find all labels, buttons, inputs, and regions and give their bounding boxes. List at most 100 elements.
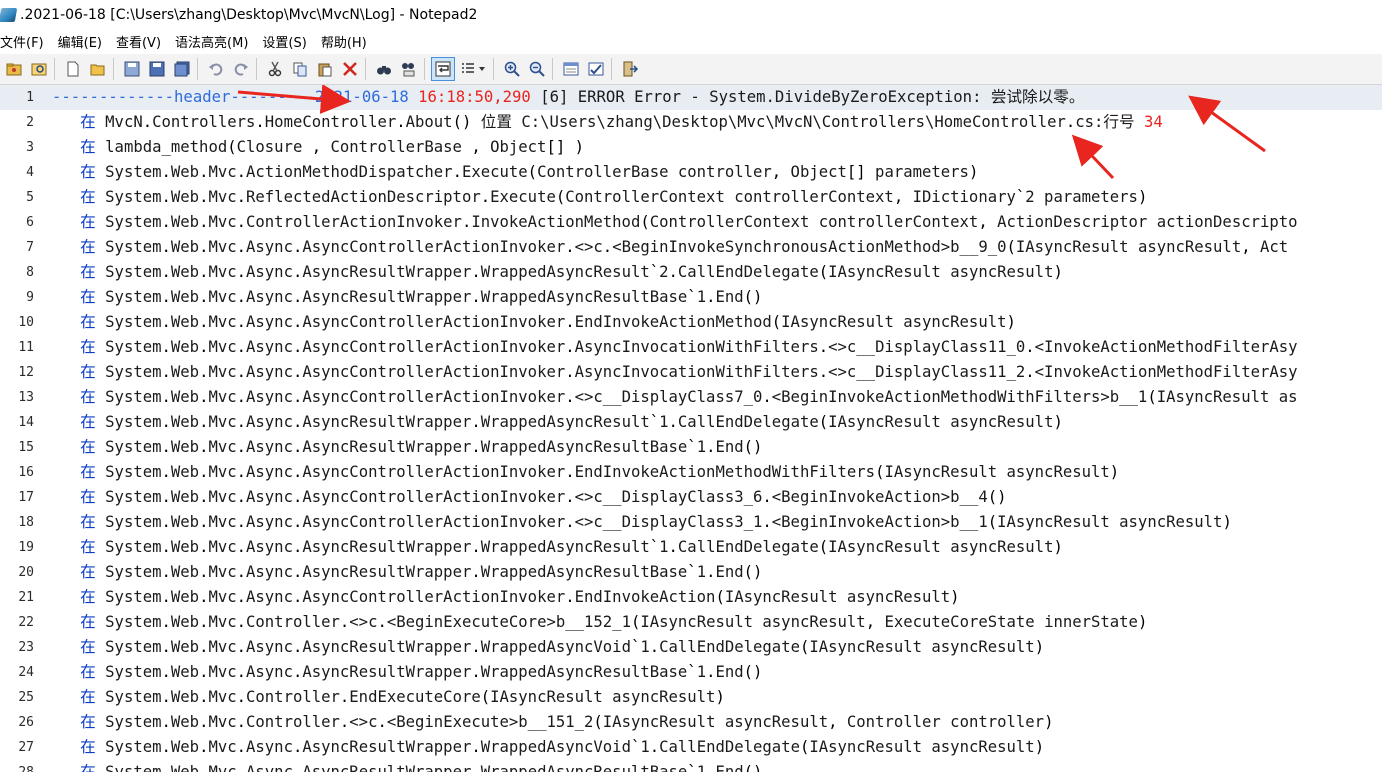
editor-line[interactable]: 27 在 System.Web.Mvc.Async.AsyncResultWra…	[0, 735, 1382, 760]
save-copy-button[interactable]	[171, 58, 193, 80]
line-text: 在 System.Web.Mvc.Controller.<>c.<BeginEx…	[80, 713, 1054, 731]
replace-button[interactable]	[398, 58, 420, 80]
line-number: 21	[18, 590, 34, 605]
editor-line[interactable]: 8 在 System.Web.Mvc.Async.AsyncResultWrap…	[0, 260, 1382, 285]
exit-button[interactable]	[619, 58, 641, 80]
editor-line[interactable]: 12 在 System.Web.Mvc.Async.AsyncControlle…	[0, 360, 1382, 385]
line-number: 10	[18, 315, 34, 330]
line-text: 在 System.Web.Mvc.Async.AsyncControllerAc…	[80, 238, 1289, 256]
line-number: 7	[26, 240, 34, 255]
menu-syntax-highlight[interactable]: 语法高亮(M)	[175, 32, 248, 51]
zoom-in-icon	[504, 61, 520, 77]
redo-button[interactable]	[230, 58, 252, 80]
line-number: 9	[26, 290, 34, 305]
customize-button[interactable]	[585, 58, 607, 80]
line-text: 在 System.Web.Mvc.Controller.EndExecuteCo…	[80, 688, 725, 706]
scheme-button[interactable]	[560, 58, 582, 80]
chevron-down-icon	[479, 67, 485, 71]
editor-line[interactable]: 15 在 System.Web.Mvc.Async.AsyncResultWra…	[0, 435, 1382, 460]
open-file-icon	[90, 64, 105, 76]
browse-button[interactable]	[28, 58, 50, 80]
zoom-out-icon	[529, 61, 545, 77]
title-bar: .2021-06-18 [C:\Users\zhang\Desktop\Mvc\…	[0, 0, 1382, 30]
editor-line[interactable]: 6 在 System.Web.Mvc.ControllerActionInvok…	[0, 210, 1382, 235]
line-text: 在 System.Web.Mvc.Async.AsyncResultWrappe…	[80, 563, 763, 581]
line-text: 在 System.Web.Mvc.Async.AsyncControllerAc…	[80, 513, 1232, 531]
zoom-out-button[interactable]	[526, 58, 548, 80]
editor-line[interactable]: 3 在 lambda_method(Closure , ControllerBa…	[0, 135, 1382, 160]
editor-line[interactable]: 19 在 System.Web.Mvc.Async.AsyncResultWra…	[0, 535, 1382, 560]
editor-line[interactable]: 11 在 System.Web.Mvc.Async.AsyncControlle…	[0, 335, 1382, 360]
line-text: 在 System.Web.Mvc.Async.AsyncResultWrappe…	[80, 438, 763, 456]
view-options-button[interactable]	[457, 58, 489, 80]
line-text: 在 MvcN.Controllers.HomeController.About(…	[80, 113, 1163, 131]
line-number: 14	[18, 415, 34, 430]
editor-line[interactable]: 10 在 System.Web.Mvc.Async.AsyncControlle…	[0, 310, 1382, 335]
line-text: 在 System.Web.Mvc.Async.AsyncControllerAc…	[80, 363, 1298, 381]
zoom-in-button[interactable]	[501, 58, 523, 80]
editor-line[interactable]: 18 在 System.Web.Mvc.Async.AsyncControlle…	[0, 510, 1382, 535]
menu-edit[interactable]: 编辑(E)	[58, 32, 102, 51]
delete-button[interactable]	[339, 58, 361, 80]
editor-line[interactable]: 2 在 MvcN.Controllers.HomeController.Abou…	[0, 110, 1382, 135]
line-number: 6	[26, 215, 34, 230]
menu-settings[interactable]: 设置(S)	[262, 32, 306, 51]
line-text: 在 System.Web.Mvc.Async.AsyncResultWrappe…	[80, 763, 763, 772]
save-button[interactable]	[121, 58, 143, 80]
copy-button[interactable]	[289, 58, 311, 80]
replace-icon	[402, 63, 415, 77]
save-icon	[124, 61, 140, 77]
menu-view[interactable]: 查看(V)	[116, 32, 161, 51]
editor-line[interactable]: 9 在 System.Web.Mvc.Async.AsyncResultWrap…	[0, 285, 1382, 310]
line-number: 8	[26, 265, 34, 280]
editor-area[interactable]: 1 -------------header---------2021-06-18 …	[0, 85, 1382, 772]
line-number: 25	[18, 690, 34, 705]
editor-line[interactable]: 13 在 System.Web.Mvc.Async.AsyncControlle…	[0, 385, 1382, 410]
new-file-button[interactable]	[62, 58, 84, 80]
editor-line[interactable]: 24 在 System.Web.Mvc.Async.AsyncResultWra…	[0, 660, 1382, 685]
line-number: 20	[18, 565, 34, 580]
word-wrap-button[interactable]	[431, 57, 455, 81]
delete-icon	[343, 62, 357, 76]
line-text: 在 System.Web.Mvc.ReflectedActionDescript…	[80, 188, 1148, 206]
line-number: 11	[18, 340, 34, 355]
editor-line[interactable]: 5 在 System.Web.Mvc.ReflectedActionDescri…	[0, 185, 1382, 210]
line-number: 16	[18, 465, 34, 480]
editor-line[interactable]: 7 在 System.Web.Mvc.Async.AsyncController…	[0, 235, 1382, 260]
redo-icon	[234, 63, 248, 76]
editor-line[interactable]: 16 在 System.Web.Mvc.Async.AsyncControlle…	[0, 460, 1382, 485]
editor-line[interactable]: 20 在 System.Web.Mvc.Async.AsyncResultWra…	[0, 560, 1382, 585]
editor-line[interactable]: 4 在 System.Web.Mvc.ActionMethodDispatche…	[0, 160, 1382, 185]
line-number: 15	[18, 440, 34, 455]
editor-line[interactable]: 23 在 System.Web.Mvc.Async.AsyncResultWra…	[0, 635, 1382, 660]
menu-bar: 文件(F) 编辑(E) 查看(V) 语法高亮(M) 设置(S) 帮助(H)	[0, 30, 1382, 52]
open-file-button[interactable]	[87, 58, 109, 80]
line-number: 18	[18, 515, 34, 530]
cut-button[interactable]	[264, 58, 286, 80]
paste-button[interactable]	[314, 58, 336, 80]
line-text: 在 System.Web.Mvc.Async.AsyncResultWrappe…	[80, 413, 1063, 431]
line-text: -------------header---------2021-06-18 1…	[52, 88, 1085, 106]
open-folder-button[interactable]	[3, 58, 25, 80]
editor-line[interactable]: 28 在 System.Web.Mvc.Async.AsyncResultWra…	[0, 760, 1382, 772]
save-as-button[interactable]	[146, 58, 168, 80]
editor-line[interactable]: 22 在 System.Web.Mvc.Controller.<>c.<Begi…	[0, 610, 1382, 635]
paste-icon	[318, 63, 332, 77]
editor-line[interactable]: 17 在 System.Web.Mvc.Async.AsyncControlle…	[0, 485, 1382, 510]
editor-line[interactable]: 21 在 System.Web.Mvc.Async.AsyncControlle…	[0, 585, 1382, 610]
editor-line[interactable]: 1 -------------header---------2021-06-18 …	[0, 85, 1382, 110]
editor-line[interactable]: 14 在 System.Web.Mvc.Async.AsyncResultWra…	[0, 410, 1382, 435]
line-number: 24	[18, 665, 34, 680]
undo-button[interactable]	[205, 58, 227, 80]
line-number: 19	[18, 540, 34, 555]
editor-line[interactable]: 26 在 System.Web.Mvc.Controller.<>c.<Begi…	[0, 710, 1382, 735]
menu-help[interactable]: 帮助(H)	[321, 32, 367, 51]
toolbar-separator	[493, 58, 494, 80]
editor-line[interactable]: 25 在 System.Web.Mvc.Controller.EndExecut…	[0, 685, 1382, 710]
exit-icon	[623, 61, 638, 77]
find-button[interactable]	[373, 58, 395, 80]
line-text: 在 System.Web.Mvc.Async.AsyncResultWrappe…	[80, 288, 763, 306]
menu-file[interactable]: 文件(F)	[0, 32, 44, 51]
line-number: 4	[26, 165, 34, 180]
line-text: 在 System.Web.Mvc.Controller.<>c.<BeginEx…	[80, 613, 1148, 631]
